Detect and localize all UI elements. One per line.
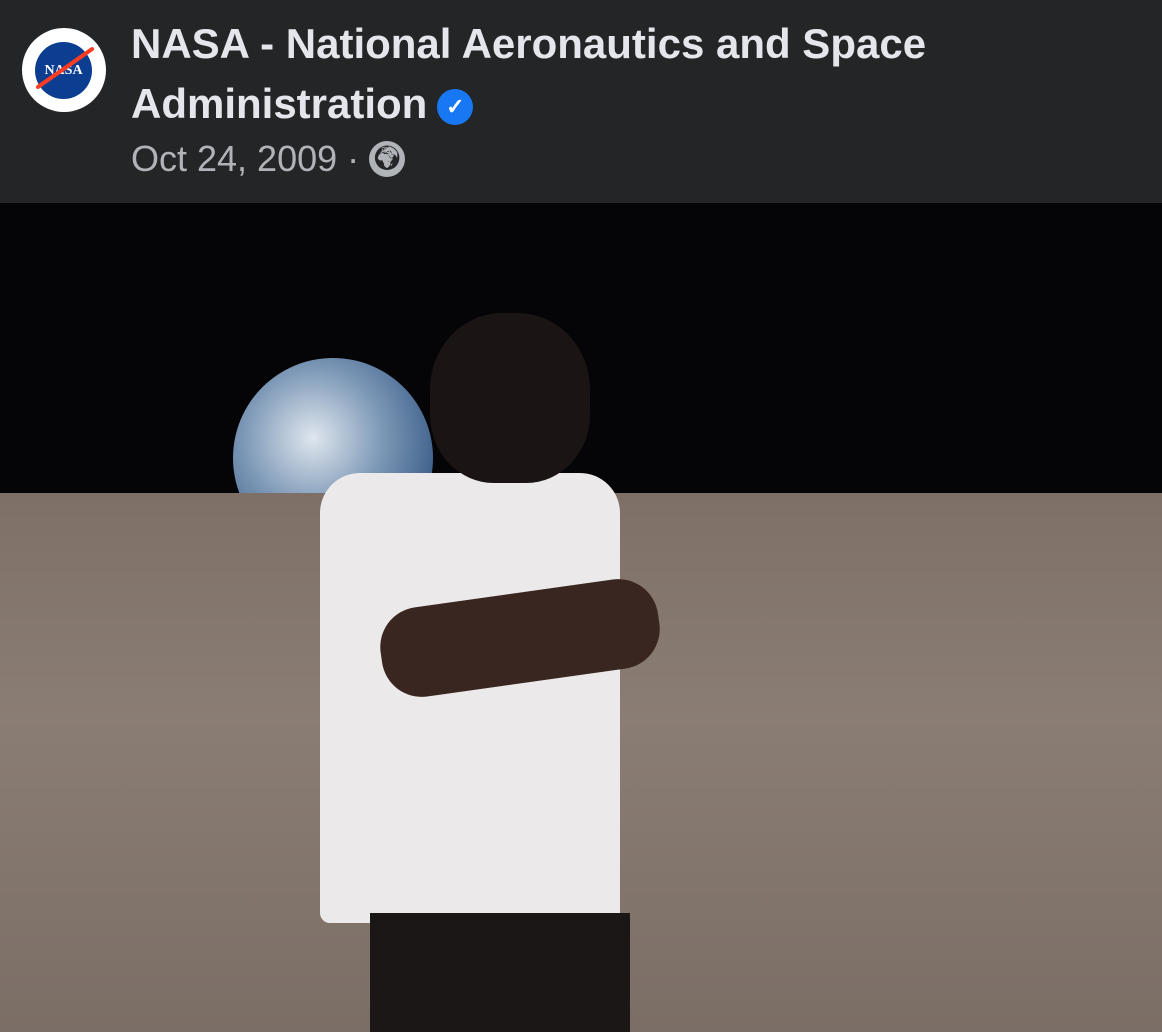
meta-separator: ·: [347, 138, 360, 179]
post-header: NASA NASA - National Aeronautics and Spa…: [0, 0, 1162, 203]
globe-icon[interactable]: 🌍︎: [369, 141, 406, 177]
post-photo[interactable]: [0, 203, 1162, 1032]
person-shirt: [320, 473, 620, 923]
person-head: [430, 313, 590, 483]
post-meta: Oct 24, 2009 · 🌍︎: [131, 138, 406, 180]
author-name[interactable]: NASA - National Aeronautics and Space Ad…: [131, 20, 926, 127]
person-figure: [320, 303, 665, 1032]
person-pants: [370, 913, 630, 1032]
post-date[interactable]: Oct 24, 2009: [131, 138, 337, 180]
page-avatar[interactable]: NASA: [22, 28, 106, 112]
author-name-block: NASA - National Aeronautics and Space Ad…: [131, 14, 1031, 134]
verified-badge-icon: ✓: [437, 88, 474, 125]
